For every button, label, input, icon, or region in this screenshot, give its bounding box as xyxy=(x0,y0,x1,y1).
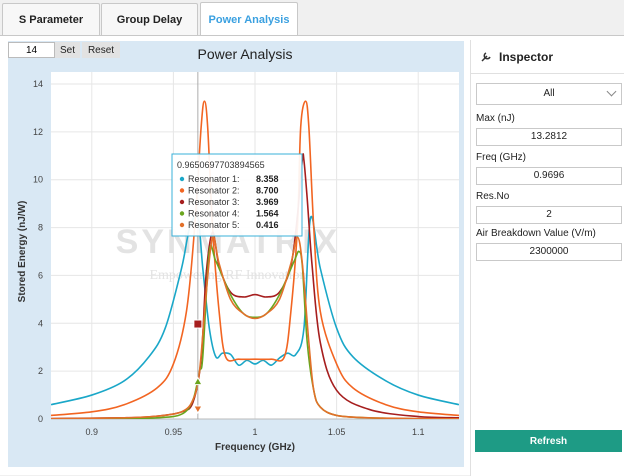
res-no-label: Res.No xyxy=(476,191,510,202)
y-tick-label: 10 xyxy=(33,175,43,185)
tooltip-dot xyxy=(179,176,185,182)
x-axis-label: Frequency (GHz) xyxy=(215,442,295,453)
reset-button[interactable]: Reset xyxy=(82,42,120,58)
freq-field[interactable]: 0.9696 xyxy=(476,167,622,185)
tooltip-row-value: 8.358 xyxy=(256,174,279,184)
freq-label: Freq (GHz) xyxy=(476,152,526,163)
y-tick-label: 14 xyxy=(33,79,43,89)
y-tick-label: 6 xyxy=(38,270,43,280)
x-tick-label: 1.05 xyxy=(328,427,346,437)
tab-group-delay[interactable]: Group Delay xyxy=(101,3,198,35)
power-analysis-chart: 024681012140.9 0.95 1 1.05 1.1SYNMATRIXEmpow… xyxy=(8,41,464,467)
x-tick-label: 0.9 xyxy=(86,427,99,437)
y-tick-label: 12 xyxy=(33,127,43,137)
chevron-down-icon xyxy=(606,86,617,97)
refresh-button[interactable]: Refresh xyxy=(475,430,622,452)
y-tick-label: 4 xyxy=(38,318,43,328)
inspector-panel: Inspector All Max (nJ) 13.2812 Freq (GHz… xyxy=(470,40,624,476)
y-tick-label: 2 xyxy=(38,366,43,376)
tooltip-row-label: Resonator 1: xyxy=(188,174,240,184)
res-no-field[interactable]: 2 xyxy=(476,206,622,224)
tab-power-analysis[interactable]: Power Analysis xyxy=(200,2,298,36)
set-button[interactable]: Set xyxy=(55,42,80,58)
tooltip-row-value: 8.700 xyxy=(256,186,279,196)
air-breakdown-field[interactable]: 2300000 xyxy=(476,243,622,261)
tooltip-dot xyxy=(179,222,185,228)
max-field[interactable]: 13.2812 xyxy=(476,128,622,146)
tooltip-row-label: Resonator 3: xyxy=(188,197,240,207)
air-breakdown-label: Air Breakdown Value (V/m) xyxy=(476,228,596,239)
hover-marker-resonator-3 xyxy=(193,319,203,329)
tooltip-row-value: 0.416 xyxy=(256,220,279,230)
y-axis-label: Stored Energy (nJ/W) xyxy=(17,201,28,303)
tooltip-row-value: 1.564 xyxy=(256,209,279,219)
tooltip-row-label: Resonator 5: xyxy=(188,220,240,230)
ymax-input[interactable] xyxy=(8,42,55,58)
chart-title: Power Analysis xyxy=(198,46,293,62)
x-tick-label: 1.1 xyxy=(412,427,425,437)
x-tick-label: 1 xyxy=(252,427,257,437)
max-label: Max (nJ) xyxy=(476,113,515,124)
tooltip-row-value: 3.969 xyxy=(256,197,279,207)
tab-s-parameter[interactable]: S Parameter xyxy=(2,3,100,35)
x-tick-label: 0.95 xyxy=(165,427,183,437)
tooltip-dot xyxy=(179,188,185,193)
main-content: 0 2 4 6 8 10 12 14 0.9 0.95 1 1.05 1.1 SYNMATRIX Empow… xyxy=(0,35,624,476)
inspector-title: Inspector xyxy=(499,49,554,64)
watermark-subtext: Empowering RF Innovation xyxy=(149,268,306,283)
tooltip-dot xyxy=(179,199,185,205)
tool-icon xyxy=(481,51,491,62)
inspector-header: Inspector xyxy=(471,40,624,74)
tooltip-row-label: Resonator 2: xyxy=(188,186,240,196)
y-tick-label: 8 xyxy=(38,223,43,233)
tooltip-dot xyxy=(179,211,185,216)
tab-bar: S Parameter Group Delay Power Analysis xyxy=(0,0,624,36)
tooltip-row-label: Resonator 4: xyxy=(188,209,240,219)
y-tick-label: 0 xyxy=(38,414,43,424)
tooltip-header: 0.9650697703894565 xyxy=(177,160,265,170)
resonator-select[interactable]: All xyxy=(476,83,622,105)
